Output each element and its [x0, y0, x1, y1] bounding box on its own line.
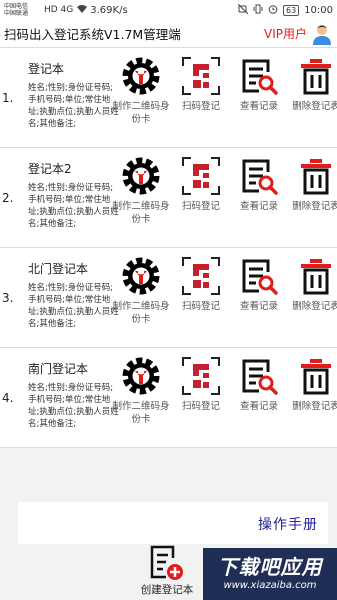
book-fields: 姓名;性别;身份证号码;手机号码;单位;常住地址;执勤点位;执勤人员姓名;其他备… — [28, 183, 119, 229]
carrier-2: 中国联通 — [4, 10, 29, 17]
view-records-button[interactable]: 查看记录 — [229, 56, 289, 113]
make-qr-card-label: 制作二维码身份卡 — [112, 401, 170, 425]
gear-wrench-icon — [122, 257, 160, 295]
delete-book-label: 删除登记表 — [292, 101, 337, 112]
watermark-url: www.xiazaiba.com — [223, 580, 317, 591]
scan-register-button[interactable]: 扫码登记 — [171, 156, 231, 213]
view-records-label: 查看记录 — [239, 201, 278, 212]
qr-scan-icon — [182, 57, 220, 95]
delete-book-label: 删除登记表 — [292, 301, 337, 312]
make-qr-card-button[interactable]: 制作二维码身份卡 — [111, 156, 171, 226]
row-index: 2. — [2, 191, 14, 205]
book-fields: 姓名;性别;身份证号码;手机号码;单位;常住地址;执勤点位;执勤人员姓名;其他备… — [28, 383, 119, 429]
document-search-icon — [242, 259, 278, 295]
book-name: 登记本2 — [28, 162, 72, 176]
book-name: 北门登记本 — [28, 262, 89, 276]
trash-icon — [301, 59, 331, 95]
net-speed: 3.69K/s — [90, 4, 128, 16]
scan-register-button[interactable]: 扫码登记 — [171, 56, 231, 113]
qr-scan-icon — [182, 357, 220, 395]
trash-icon — [301, 159, 331, 195]
scan-register-label: 扫码登记 — [181, 101, 220, 112]
delete-book-button[interactable]: 删除登记表 — [286, 356, 337, 413]
wifi-icon — [76, 4, 88, 17]
manual-bar: 操作手册 — [18, 502, 328, 544]
book-fields: 姓名;性别;身份证号码;手机号码;单位;常住地址;执勤点位;执勤人员姓名;其他备… — [28, 83, 119, 129]
vip-user-label[interactable]: VIP用户 — [264, 25, 307, 42]
registration-book-list: 1. 登记本 姓名;性别;身份证号码;手机号码;单位;常住地址;执勤点位;执勤人… — [0, 48, 337, 448]
view-records-button[interactable]: 查看记录 — [229, 256, 289, 313]
mute-icon — [237, 3, 249, 17]
document-search-icon — [242, 59, 278, 95]
gear-wrench-icon — [122, 57, 160, 95]
make-qr-card-label: 制作二维码身份卡 — [112, 101, 170, 125]
status-bar: 中国电信 中国联通 HD 4G 3.69K/s 63 10:00 — [0, 0, 337, 20]
document-search-icon — [242, 359, 278, 395]
scan-register-label: 扫码登记 — [181, 301, 220, 312]
operation-manual-link[interactable]: 操作手册 — [258, 514, 318, 534]
battery-indicator: 63 — [282, 4, 300, 16]
registration-book-row: 2. 登记本2 姓名;性别;身份证号码;手机号码;单位;常住地址;执勤点位;执勤… — [0, 148, 337, 248]
make-qr-card-label: 制作二维码身份卡 — [112, 201, 170, 225]
qr-scan-icon — [182, 257, 220, 295]
carrier-1: 中国电信 — [4, 3, 29, 10]
app-title: 扫码出入登记系统V1.7M管理端 — [4, 27, 181, 42]
make-qr-card-button[interactable]: 制作二维码身份卡 — [111, 56, 171, 126]
gear-wrench-icon — [122, 357, 160, 395]
trash-icon — [301, 259, 331, 295]
registration-book-row: 3. 北门登记本 姓名;性别;身份证号码;手机号码;单位;常住地址;执勤点位;执… — [0, 248, 337, 348]
registration-book-row: 4. 南门登记本 姓名;性别;身份证号码;手机号码;单位;常住地址;执勤点位;执… — [0, 348, 337, 448]
watermark-main-text: 下载吧应用 — [217, 555, 323, 579]
view-records-label: 查看记录 — [239, 401, 278, 412]
make-qr-card-label: 制作二维码身份卡 — [112, 301, 170, 325]
scan-register-button[interactable]: 扫码登记 — [171, 256, 231, 313]
book-name: 南门登记本 — [28, 362, 89, 376]
carrier-info: 中国电信 中国联通 — [4, 3, 44, 17]
delete-book-label: 删除登记表 — [292, 201, 337, 212]
book-name: 登记本 — [28, 62, 65, 76]
app-bar: 扫码出入登记系统V1.7M管理端 VIP用户 — [0, 20, 337, 48]
alarm-icon — [268, 4, 278, 17]
scan-register-button[interactable]: 扫码登记 — [171, 356, 231, 413]
create-book-button[interactable]: 创建登记本 — [132, 544, 202, 600]
gear-wrench-icon — [122, 157, 160, 195]
row-index: 3. — [2, 291, 14, 305]
scan-register-label: 扫码登记 — [181, 401, 220, 412]
row-index: 4. — [2, 391, 14, 405]
delete-book-button[interactable]: 删除登记表 — [286, 156, 337, 213]
registration-book-row: 1. 登记本 姓名;性别;身份证号码;手机号码;单位;常住地址;执勤点位;执勤人… — [0, 48, 337, 148]
watermark-logo: 下载吧应用 www.xiazaiba.com — [203, 548, 337, 600]
vibrate-icon — [253, 4, 263, 17]
clock: 10:00 — [304, 4, 333, 16]
signal-indicator: HD 4G — [44, 5, 74, 15]
make-qr-card-button[interactable]: 制作二维码身份卡 — [111, 256, 171, 326]
make-qr-card-button[interactable]: 制作二维码身份卡 — [111, 356, 171, 426]
book-fields: 姓名;性别;身份证号码;手机号码;单位;常住地址;执勤点位;执勤人员姓名;其他备… — [28, 283, 119, 329]
view-records-label: 查看记录 — [239, 301, 278, 312]
scan-register-label: 扫码登记 — [181, 201, 220, 212]
view-records-button[interactable]: 查看记录 — [229, 156, 289, 213]
qr-scan-icon — [182, 157, 220, 195]
user-avatar-icon[interactable] — [311, 23, 333, 45]
delete-book-button[interactable]: 删除登记表 — [286, 256, 337, 313]
delete-book-label: 删除登记表 — [292, 401, 337, 412]
view-records-label: 查看记录 — [239, 101, 278, 112]
create-book-label: 创建登记本 — [140, 584, 194, 596]
delete-book-button[interactable]: 删除登记表 — [286, 56, 337, 113]
document-add-icon — [150, 545, 183, 580]
document-search-icon — [242, 159, 278, 195]
row-index: 1. — [2, 91, 14, 105]
trash-icon — [301, 359, 331, 395]
view-records-button[interactable]: 查看记录 — [229, 356, 289, 413]
